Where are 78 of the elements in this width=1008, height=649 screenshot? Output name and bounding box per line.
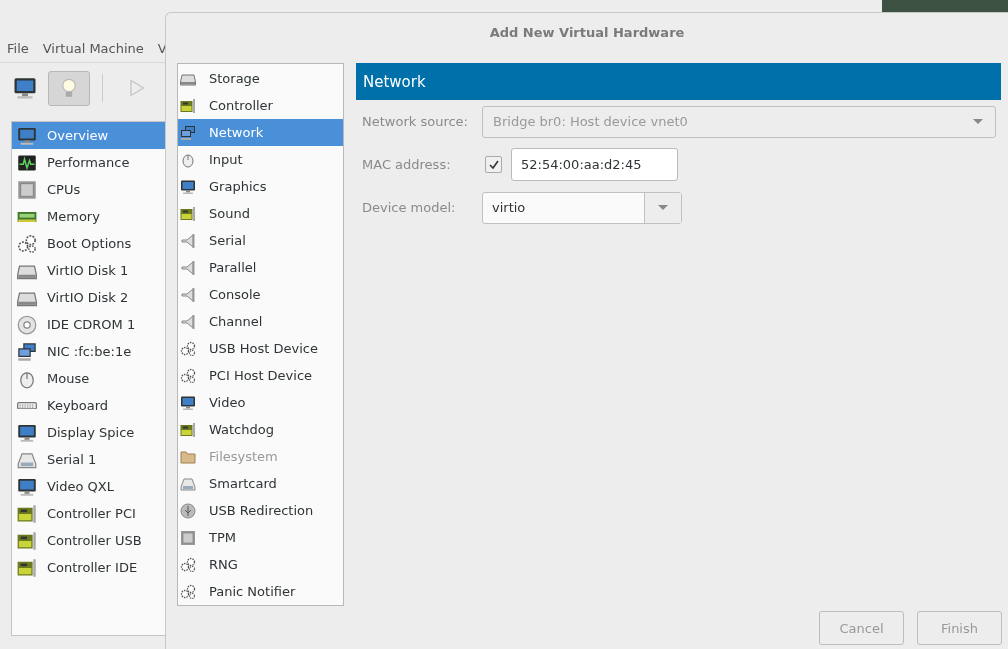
usb-icon (180, 502, 196, 519)
plug-icon (180, 259, 196, 276)
field-label: Device model: (361, 200, 457, 215)
device-type-item[interactable]: Graphics (178, 173, 343, 200)
device-type-item[interactable]: Channel (178, 308, 343, 335)
device-type-item[interactable]: USB Host Device (178, 335, 343, 362)
sidebar-item[interactable]: Controller USB (12, 527, 176, 554)
sidebar-item[interactable]: Boot Options (12, 230, 176, 257)
sidebar-item[interactable]: Serial 1 (12, 446, 176, 473)
card-icon (180, 97, 196, 114)
device-model-dropdown[interactable]: virtio (482, 191, 682, 224)
computers-icon (180, 124, 196, 141)
lightbulb-icon (59, 78, 79, 98)
sidebar-item[interactable]: Controller PCI (12, 500, 176, 527)
card-icon (17, 557, 37, 578)
connector-icon (180, 475, 196, 492)
plug-icon (180, 313, 196, 330)
dialog-title: Add New Virtual Hardware (489, 24, 685, 40)
checkbox[interactable] (485, 156, 502, 173)
disc-icon (17, 314, 37, 335)
keyboard-icon (17, 401, 37, 410)
sidebar-item[interactable]: IDE CDROM 1 (12, 311, 176, 338)
sidebar-item[interactable]: Mouse (12, 365, 176, 392)
device-type-item[interactable]: Serial (178, 227, 343, 254)
sidebar-item[interactable]: NIC :fc:be:1e (12, 338, 176, 365)
sidebar-item[interactable]: Display Spice (12, 419, 176, 446)
gears-icon (180, 340, 196, 357)
device-type-item[interactable]: Watchdog (178, 416, 343, 443)
device-type-item[interactable]: USB Redirection (178, 497, 343, 524)
gears-icon (180, 367, 196, 384)
menu-item[interactable]: File (7, 41, 29, 56)
card-icon (180, 421, 196, 438)
card-icon (17, 503, 37, 524)
sidebar-item[interactable]: Performance (12, 149, 176, 176)
plug-icon (180, 286, 196, 303)
sidebar-item[interactable]: VirtIO Disk 2 (12, 284, 176, 311)
field-label: Network source: (361, 114, 469, 129)
chip-icon (180, 529, 196, 546)
mac-address-field[interactable]: 52:54:00:aa:d2:45 (511, 148, 678, 181)
device-type-item[interactable]: Parallel (178, 254, 343, 281)
caret-icon (973, 119, 983, 124)
sidebar-item[interactable]: Controller IDE (12, 554, 176, 581)
monitor-icon (17, 125, 37, 146)
sidebar-item[interactable]: Keyboard (12, 392, 176, 419)
device-type-item[interactable]: Input (178, 146, 343, 173)
device-type-item[interactable]: RNG (178, 551, 343, 578)
monitor-icon (13, 76, 37, 100)
device-type-item[interactable]: Panic Notifier (178, 578, 343, 605)
mouse-icon (180, 151, 196, 168)
device-type-item[interactable]: Sound (178, 200, 343, 227)
plug-icon (180, 232, 196, 249)
computers-icon (17, 341, 37, 362)
sidebar-item[interactable]: CPUs (12, 176, 176, 203)
sidebar-item[interactable]: VirtIO Disk 1 (12, 257, 176, 284)
menu-item[interactable]: Virtual Machine (42, 41, 144, 56)
sidebar-item[interactable]: Video QXL (12, 473, 176, 500)
monitor-icon (180, 178, 196, 195)
section-header: Network (356, 63, 1001, 100)
field-label: MAC address: (361, 157, 452, 172)
device-type-item[interactable]: Console (178, 281, 343, 308)
monitor-icon (180, 394, 196, 411)
device-type-item[interactable]: Controller (178, 92, 343, 119)
gears-icon (180, 556, 196, 573)
monitor-icon (17, 422, 37, 443)
folder-icon (180, 448, 196, 465)
card-icon (17, 530, 37, 551)
gears-icon (17, 233, 37, 254)
device-type-item[interactable]: Smartcard (178, 470, 343, 497)
card-icon (180, 205, 196, 222)
caret-icon (658, 205, 668, 210)
gears-icon (180, 583, 196, 600)
device-type-item[interactable]: Video (178, 389, 343, 416)
chip-icon (17, 179, 37, 200)
device-type-item[interactable]: Storage (178, 65, 343, 92)
device-type-item[interactable]: TPM (178, 524, 343, 551)
monitor-icon (17, 476, 37, 497)
device-type-item[interactable]: PCI Host Device (178, 362, 343, 389)
sidebar-item[interactable]: Memory (12, 203, 176, 230)
